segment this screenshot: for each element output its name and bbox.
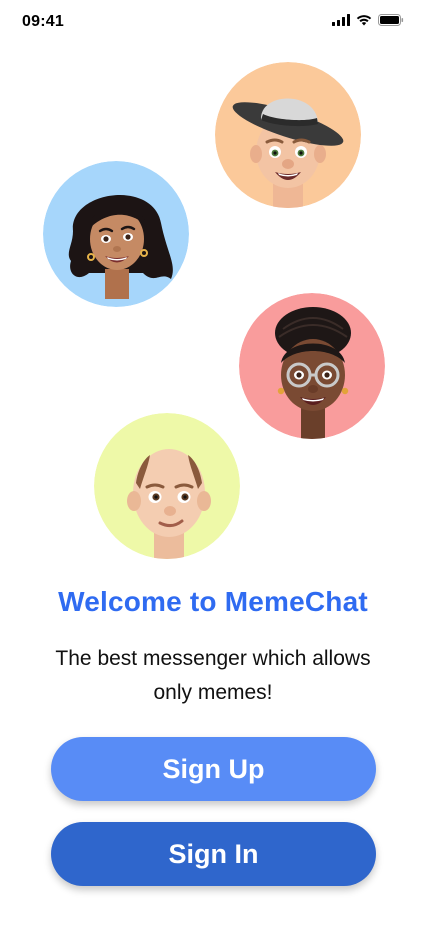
avatar-woman-dark-hair <box>43 161 189 307</box>
cellular-signal-icon <box>332 13 350 31</box>
status-bar: 09:41 <box>0 0 426 44</box>
avatar-man-bald <box>94 413 240 559</box>
status-icons <box>332 14 404 30</box>
avatar-woman-glasses <box>239 293 385 439</box>
battery-icon <box>378 13 404 31</box>
sign-up-button[interactable]: Sign Up <box>51 737 376 801</box>
wifi-icon <box>356 13 372 31</box>
sign-in-button[interactable]: Sign In <box>51 822 376 886</box>
status-time: 09:41 <box>22 13 64 30</box>
avatar-man-hat <box>215 62 361 208</box>
welcome-subtitle: The best messenger which allows only mem… <box>55 647 371 704</box>
welcome-title: Welcome to MemeChat <box>58 586 368 617</box>
welcome-screen: 09:41 Welcome to MemeChat The best messe… <box>0 0 426 935</box>
